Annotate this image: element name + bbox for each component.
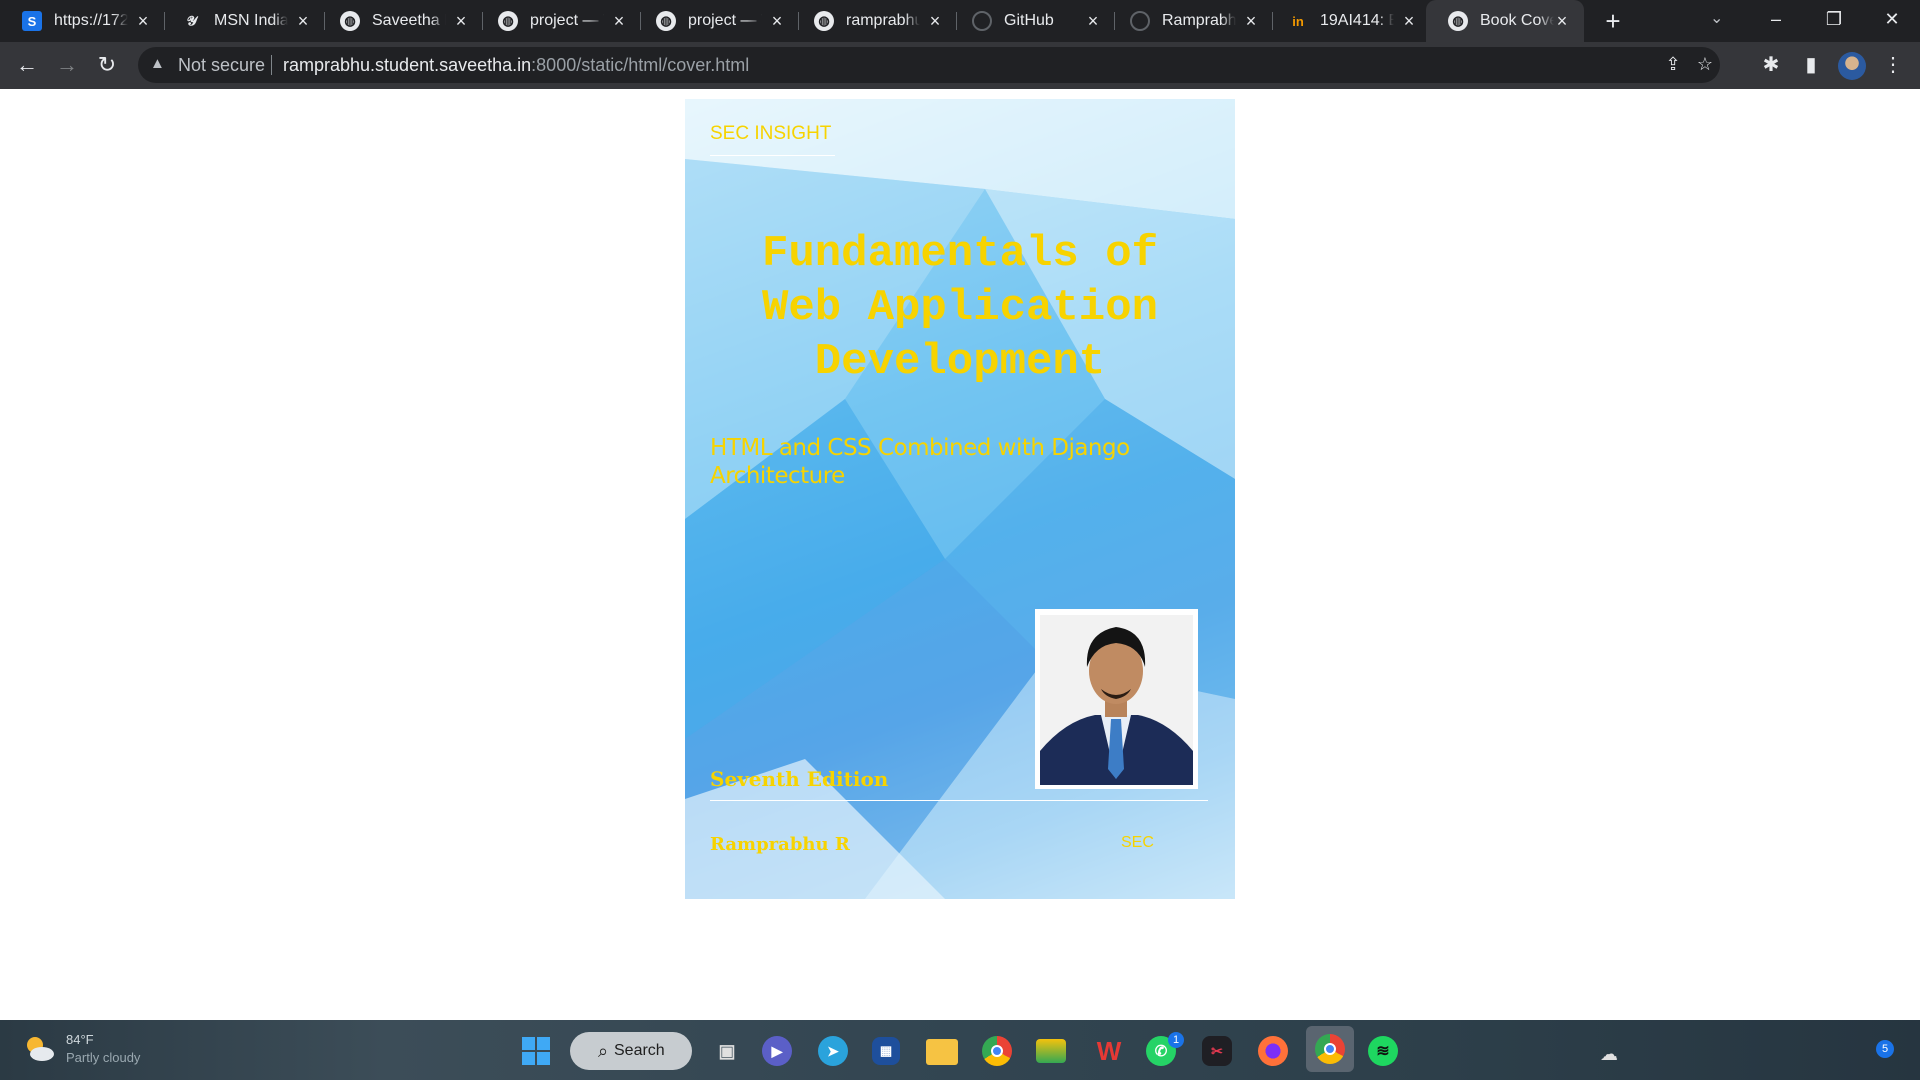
weather-temperature[interactable]: 84°F [66, 1032, 94, 1047]
title-line: Web Application [761, 283, 1159, 333]
onedrive-icon[interactable]: ☁ [1600, 1044, 1618, 1065]
windows-start-icon[interactable] [522, 1037, 550, 1065]
brand-label: SEC INSIGHT [710, 123, 832, 144]
telegram-icon[interactable]: ➤ [818, 1036, 848, 1066]
close-icon[interactable]: × [925, 11, 945, 31]
share-icon[interactable]: ⇪ [1662, 54, 1684, 76]
tab-title: Book Cover [1480, 12, 1554, 29]
close-icon[interactable]: × [1083, 11, 1103, 31]
s-icon: S [22, 11, 42, 31]
bluestacks-icon[interactable] [1036, 1039, 1066, 1063]
in-icon: in [1292, 13, 1304, 29]
extensions-icon[interactable]: ✱ [1758, 52, 1784, 78]
msn-icon: 𝓨 [186, 13, 198, 28]
url-host: ramprabhu.student.saveetha.in [283, 55, 532, 75]
file-explorer-icon[interactable] [926, 1039, 958, 1065]
url-text[interactable]: ramprabhu.student.saveetha.in:8000/stati… [283, 55, 749, 76]
tab-6[interactable]: ◍ ramprabhu. × [792, 0, 957, 42]
search-icon: ⌕ [598, 1041, 609, 1061]
close-icon[interactable]: × [1241, 11, 1261, 31]
tab-search-icon[interactable]: ⌄ [1710, 8, 1723, 28]
tab-title: Saveetha En [372, 12, 446, 29]
search-label: Search [614, 1042, 665, 1059]
close-icon[interactable]: × [1399, 11, 1419, 31]
globe-icon: ◍ [814, 11, 834, 31]
back-button[interactable]: ← [12, 50, 42, 80]
author-name: Ramprabhu R [710, 834, 850, 855]
new-tab-button[interactable]: + [1598, 6, 1628, 36]
browser-toolbar: ← → ↻ ▲ Not secure ramprabhu.student.sav… [0, 42, 1920, 89]
wps-office-icon[interactable]: W [1092, 1034, 1126, 1068]
tab-3[interactable]: ◍ Saveetha En × [318, 0, 483, 42]
photos-app-icon[interactable]: ▦ [872, 1037, 900, 1065]
spotify-icon[interactable]: ≋ [1368, 1036, 1398, 1066]
close-icon[interactable]: × [767, 11, 787, 31]
tab-title: Ramprabhu [1162, 12, 1236, 29]
tab-8[interactable]: Ramprabhu × [1108, 0, 1273, 42]
title-line: Development [814, 337, 1106, 387]
tab-5[interactable]: ◍ project — T × [634, 0, 799, 42]
minimize-button[interactable]: – [1756, 4, 1796, 34]
task-view-icon[interactable]: ▣ [710, 1034, 744, 1068]
edition-divider [710, 800, 1208, 801]
restore-button[interactable]: ❐ [1814, 4, 1854, 34]
close-icon[interactable]: × [609, 11, 629, 31]
close-icon[interactable]: × [133, 11, 153, 31]
book-title: Fundamentals of Web Application Developm… [685, 227, 1235, 389]
globe-icon: ◍ [498, 11, 518, 31]
tab-9[interactable]: in 19AI414: Ex × [1266, 0, 1431, 42]
close-icon[interactable]: × [293, 11, 313, 31]
close-icon[interactable]: × [451, 11, 471, 31]
tab-4[interactable]: ◍ project — T × [476, 0, 641, 42]
tab-title: project — T [688, 12, 762, 29]
weather-description[interactable]: Partly cloudy [66, 1050, 140, 1065]
teams-chat-icon[interactable]: ▶ [762, 1036, 792, 1066]
tab-book-cover[interactable]: ◍ Book Cover × [1426, 0, 1584, 42]
publisher-label: SEC [1121, 834, 1154, 851]
tab-title: project — T [530, 12, 604, 29]
firefox-icon[interactable] [1258, 1036, 1288, 1066]
windows-taskbar: 84°F Partly cloudy ⌕ Search ▣ ▶ ➤ ▦ W ✆ … [0, 1020, 1920, 1080]
github-icon [1130, 11, 1150, 31]
title-line: Fundamentals of [761, 229, 1159, 279]
tab-2[interactable]: 𝓨 MSN India | × [160, 0, 325, 42]
taskbar-search-button[interactable]: ⌕ Search [570, 1032, 692, 1070]
tab-title: 19AI414: Ex [1320, 12, 1394, 29]
weather-icon[interactable] [22, 1032, 56, 1066]
tab-strip: S https://172. × 𝓨 MSN India | × ◍ Savee… [0, 0, 1920, 42]
notification-badge[interactable]: 5 [1876, 1040, 1894, 1058]
globe-icon: ◍ [340, 11, 360, 31]
tab-7[interactable]: GitHub × [950, 0, 1115, 42]
security-label[interactable]: Not secure [178, 55, 265, 76]
globe-icon: ◍ [656, 11, 676, 31]
window-close-button[interactable]: ✕ [1872, 4, 1912, 34]
book-cover: SEC INSIGHT Fundamentals of Web Applicat… [685, 99, 1235, 899]
edition-label: Seventh Edition [710, 767, 889, 791]
book-subtitle: HTML and CSS Combined with Django Archit… [710, 435, 1130, 489]
tab-title: GitHub [1004, 12, 1054, 29]
forward-button[interactable]: → [52, 50, 82, 80]
tab-title: MSN India | [214, 12, 288, 29]
tab-1[interactable]: S https://172. × [0, 0, 165, 42]
url-path: :8000/static/html/cover.html [531, 55, 750, 75]
warning-icon[interactable]: ▲ [150, 55, 165, 72]
whatsapp-badge: 1 [1168, 1032, 1184, 1048]
tab-title: ramprabhu. [846, 12, 920, 29]
address-bar[interactable]: ▲ Not secure ramprabhu.student.saveetha.… [138, 47, 1720, 83]
menu-kebab-icon[interactable]: ⋮ [1880, 52, 1906, 78]
globe-icon: ◍ [1448, 11, 1468, 31]
bookmark-star-icon[interactable]: ☆ [1694, 54, 1716, 76]
close-icon[interactable]: × [1552, 11, 1572, 31]
chrome-active-icon[interactable] [1306, 1026, 1354, 1072]
tab-title: https://172. [54, 12, 128, 29]
side-panel-icon[interactable]: ▮ [1798, 52, 1824, 78]
github-icon [972, 11, 992, 31]
reload-button[interactable]: ↻ [92, 50, 122, 80]
snipping-tool-icon[interactable]: ✂ [1202, 1036, 1232, 1066]
profile-avatar[interactable] [1838, 52, 1866, 80]
brand-underline [710, 155, 835, 156]
chrome-icon[interactable] [982, 1036, 1012, 1066]
author-photo [1035, 609, 1198, 789]
